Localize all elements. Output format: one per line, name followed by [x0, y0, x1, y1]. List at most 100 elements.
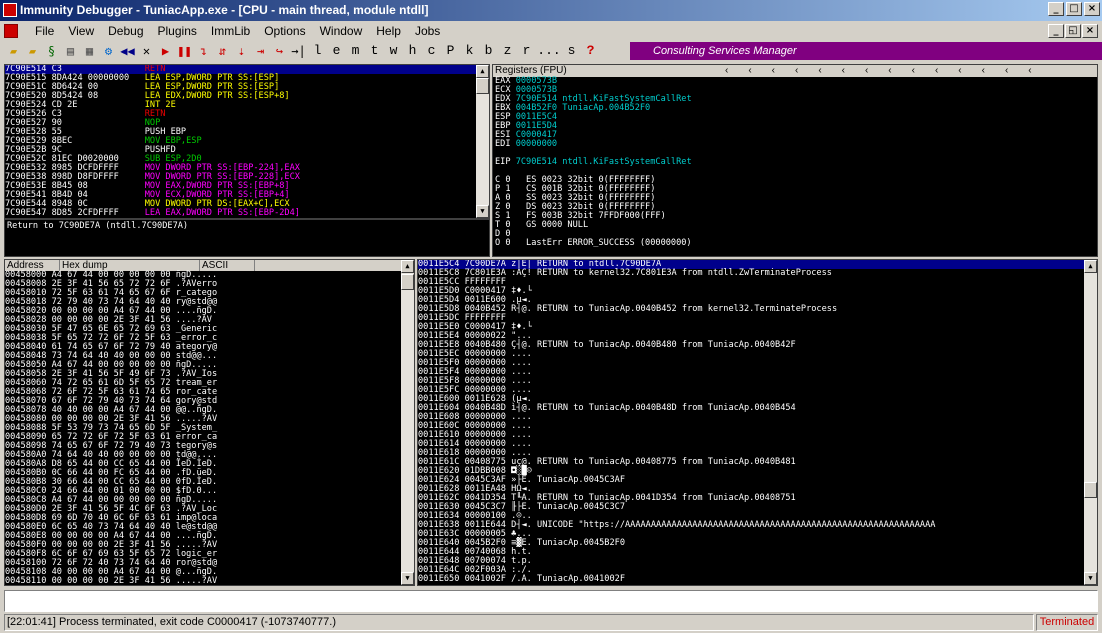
goto-address-icon[interactable]: →|: [289, 42, 308, 60]
step-into-icon[interactable]: ↴: [194, 42, 213, 60]
mdi-system-icon[interactable]: [4, 24, 18, 38]
step-over-icon[interactable]: ⇵: [213, 42, 232, 60]
trace-into-icon[interactable]: ⇣: [232, 42, 251, 60]
pause-icon[interactable]: ❚❚: [175, 42, 194, 60]
register-value: 00200286 (NO,NB,NE,A,S,PE,L,LE): [516, 256, 676, 257]
stack-scrollbar[interactable]: ▲ ▼: [1084, 260, 1097, 585]
disasm-address: 7C90E547: [5, 208, 52, 218]
register-value: 00000000: [515, 139, 558, 149]
consulting-banner[interactable]: Consulting Services Manager: [630, 42, 1102, 60]
stack-ascii: /.A.: [511, 574, 538, 584]
register-line: ESP 0011E5C4: [495, 113, 1097, 122]
register-line: EAX 0000573B: [495, 77, 1097, 86]
maximize-button[interactable]: □: [1066, 2, 1082, 16]
register-name: EFL: [495, 256, 516, 257]
status-bar: [22:01:41] Process terminated, exit code…: [4, 614, 1034, 631]
stack-comment: RETURN to TuniacAp.00408775 from TuniacA…: [537, 457, 796, 467]
open-recent-icon[interactable]: ▰: [23, 42, 42, 60]
close-process-icon[interactable]: ✕: [137, 42, 156, 60]
toolbar-btn-p[interactable]: P: [441, 42, 460, 60]
stack-comment: TuniacAp.0045B2F0: [537, 538, 625, 548]
menu-file[interactable]: File: [28, 21, 61, 41]
stack-comment: RETURN to kernel32.7C801E3A from ntdll.Z…: [537, 268, 832, 278]
stack-comment: RETURN to TuniacAp.0040B48D from TuniacA…: [537, 403, 796, 413]
minimize-button[interactable]: _: [1048, 2, 1064, 16]
run-icon[interactable]: ▶: [156, 42, 175, 60]
app-icon: [3, 3, 17, 17]
rewind-icon[interactable]: ◀◀: [118, 42, 137, 60]
stack-comment: RETURN to TuniacAp.0040B452 from kernel3…: [537, 304, 838, 314]
stack-comment: RETURN to TuniacAp.0040B480 from TuniacA…: [537, 340, 796, 350]
toolbar-btn-k[interactable]: k: [460, 42, 479, 60]
toolbar-btn-t[interactable]: t: [365, 42, 384, 60]
menu-bar: File View Debug Plugins ImmLib Options W…: [0, 21, 1102, 41]
python-shell-icon[interactable]: §: [42, 42, 61, 60]
disasm-instruction: LEA EAX,DWORD PTR SS:[EBP-2D4]: [144, 208, 300, 218]
trace-over-icon[interactable]: ⇥: [251, 42, 270, 60]
register-line: EBP 0011E5D4: [495, 122, 1097, 131]
dump-ascii: .....?AV: [175, 576, 218, 586]
dump-hex: 00 00 00 00 2E 3F 41 56: [51, 576, 176, 586]
disasm-bytes: 8D85 2CFDFFFF: [51, 208, 145, 218]
disasm-row[interactable]: 7C90E547 8D85 2CFDFFFF LEA EAX,DWORD PTR…: [5, 209, 489, 218]
menu-help[interactable]: Help: [369, 21, 408, 41]
mdi-restore-button[interactable]: ◱: [1065, 24, 1081, 38]
toolbar-btn-b[interactable]: b: [479, 42, 498, 60]
status-badge: Terminated: [1036, 614, 1098, 631]
settings-icon[interactable]: ⚙: [99, 42, 118, 60]
menu-window[interactable]: Window: [313, 21, 370, 41]
toolbar-btn-r[interactable]: r: [517, 42, 536, 60]
menu-options[interactable]: Options: [257, 21, 312, 41]
menu-debug[interactable]: Debug: [101, 21, 150, 41]
menu-immlib[interactable]: ImmLib: [204, 21, 257, 41]
menu-view[interactable]: View: [61, 21, 101, 41]
register-text: O 0 LastErr ERROR_SUCCESS (00000000): [495, 238, 692, 248]
stack-comment: TuniacAp.0045C3C7: [537, 502, 625, 512]
disassembly-info-pane: Return to 7C90DE7A (ntdll.7C90DE7A): [4, 219, 490, 257]
info-text: Return to 7C90DE7A (ntdll.7C90DE7A): [7, 221, 189, 231]
log-icon[interactable]: ▦: [80, 42, 99, 60]
register-line: EIP 7C90E514 ntdll.KiFastSystemCallRet: [495, 158, 1097, 167]
register-line: EBX 004B52F0 TuniacAp.004B52F0: [495, 104, 1097, 113]
registers-pane[interactable]: Registers (FPU) ‹‹‹‹‹‹‹‹‹‹‹‹‹‹ EAX 00005…: [492, 64, 1098, 257]
disassembly-scrollbar[interactable]: ▲ ▼: [476, 65, 489, 218]
toolbar-btn-e[interactable]: e: [327, 42, 346, 60]
mdi-close-button[interactable]: ×: [1082, 24, 1098, 38]
command-input[interactable]: [4, 590, 1098, 612]
toolbar-btn-ellipsis[interactable]: ...: [536, 42, 562, 60]
help-icon[interactable]: ?: [581, 42, 600, 60]
register-line: T 0 GS 0000 NULL: [495, 221, 1097, 230]
stack-value: 0041002F: [464, 574, 512, 584]
register-name: EDI: [495, 139, 516, 149]
toolbar-btn-h[interactable]: h: [403, 42, 422, 60]
stack-comment: UNICODE "https://AAAAAAAAAAAAAAAAAAAAAAA…: [537, 520, 936, 530]
registers-header[interactable]: Registers (FPU) ‹‹‹‹‹‹‹‹‹‹‹‹‹‹: [493, 65, 1097, 77]
menu-jobs[interactable]: Jobs: [408, 21, 447, 41]
toolbar-btn-c[interactable]: c: [422, 42, 441, 60]
title-bar: Immunity Debugger - TuniacApp.exe - [CPU…: [0, 0, 1102, 21]
mdi-minimize-button[interactable]: _: [1048, 24, 1064, 38]
menu-plugins[interactable]: Plugins: [151, 21, 204, 41]
register-value: 7C90E514 ntdll.KiFastSystemCallRet: [515, 157, 692, 167]
stack-row[interactable]: 0011E650 0041002F /.A. TuniacAp.0041002F: [418, 575, 1097, 584]
open-folder-icon[interactable]: ▰: [4, 42, 23, 60]
toolbar-btn-z[interactable]: z: [498, 42, 517, 60]
stack-pane[interactable]: 0011E5C4 7C90DE7A z|E| RETURN to ntdll.7…: [417, 259, 1098, 586]
dump-row[interactable]: 00458110 00 00 00 00 2E 3F 41 56 .....?A…: [5, 577, 414, 586]
close-button[interactable]: ×: [1084, 2, 1100, 16]
toolbar-btn-w[interactable]: w: [384, 42, 403, 60]
dump-scrollbar[interactable]: ▲ ▼: [401, 260, 414, 585]
toolbar-btn-m[interactable]: m: [346, 42, 365, 60]
window-title: Immunity Debugger - TuniacApp.exe - [CPU…: [20, 3, 429, 17]
dump-address: 00458110: [5, 576, 52, 586]
stack-comment: TuniacAp.0045C3AF: [537, 475, 625, 485]
register-name: EIP: [495, 157, 516, 167]
pycommands-icon[interactable]: ▤: [61, 42, 80, 60]
stack-comment: TuniacAp.0041002F: [537, 574, 625, 584]
execute-till-return-icon[interactable]: ↪: [270, 42, 289, 60]
disassembly-pane[interactable]: 7C90E514 C3 RETN 7C90E515 8DA424 00000000…: [4, 64, 490, 219]
hex-dump-pane[interactable]: Address Hex dump ASCII 00458000 A4 67 44…: [4, 259, 415, 586]
toolbar-btn-l[interactable]: l: [308, 42, 327, 60]
toolbar-btn-s[interactable]: s: [562, 42, 581, 60]
register-scroll-arrows[interactable]: ‹‹‹‹‹‹‹‹‹‹‹‹‹‹: [723, 65, 1093, 77]
